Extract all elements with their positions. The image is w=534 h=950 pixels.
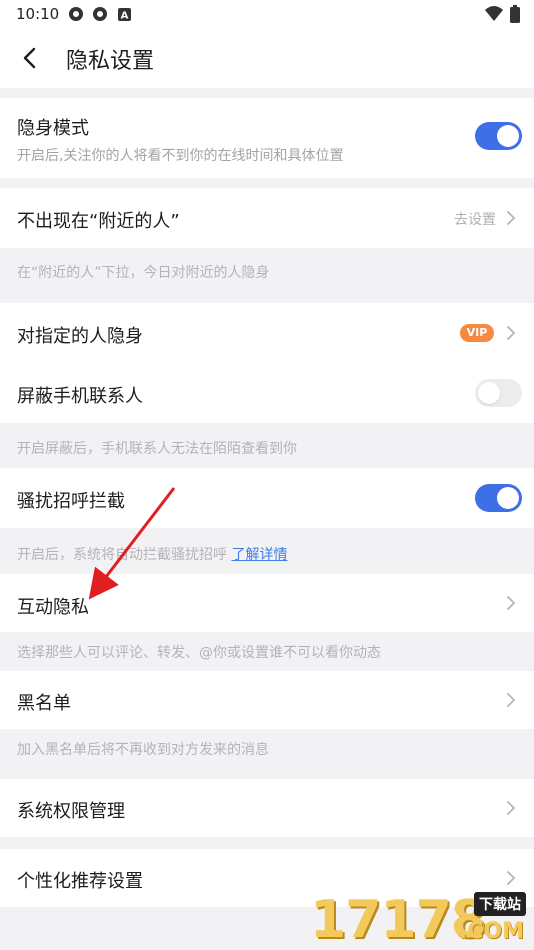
setting-hide-nearby[interactable]: 不出现在“附近的人” 去设置: [0, 188, 534, 248]
hide-nearby-note: 在“附近的人”下拉，今日对附近的人隐身: [17, 265, 270, 281]
watermark-tag: 下载站: [474, 892, 526, 916]
status-time: 10:10: [16, 5, 60, 23]
notification-a-icon: A: [118, 8, 131, 21]
blacklist-note: 加入黑名单后将不再收到对方发来的消息: [17, 742, 269, 758]
chevron-right-icon: [507, 801, 516, 815]
hide-from-specific-label: 对指定的人隐身: [17, 326, 143, 347]
page-title: 隐私设置: [66, 49, 155, 74]
stealth-mode-label: 隐身模式: [17, 118, 89, 139]
chevron-left-icon[interactable]: [16, 44, 44, 72]
block-contacts-note: 开启屏蔽后，手机联系人无法在陌陌查看到你: [17, 441, 297, 457]
go-settings-hint: 去设置: [454, 212, 496, 228]
site-watermark: 17178 下载站 .COM: [304, 888, 532, 950]
block-contacts-toggle[interactable]: [475, 379, 522, 407]
vip-badge: VIP: [460, 324, 494, 342]
chevron-right-icon: [507, 326, 516, 340]
setting-interaction-privacy[interactable]: 互动隐私: [0, 574, 534, 632]
status-bar: 10:10 A: [0, 0, 534, 28]
interaction-privacy-note: 选择那些人可以评论、转发、@你或设置谁不可以看你动态: [17, 645, 381, 661]
watermark-suffix: .COM: [458, 919, 524, 944]
app-icon: [69, 7, 83, 21]
stealth-mode-toggle[interactable]: [475, 122, 522, 150]
blacklist-label: 黑名单: [17, 693, 71, 714]
chevron-right-icon: [507, 871, 516, 885]
harassment-intercept-note: 开启后，系统将自动拦截骚扰招呼 了解详情: [17, 544, 287, 564]
chevron-right-icon: [507, 211, 516, 225]
interaction-privacy-label: 互动隐私: [17, 597, 89, 618]
setting-block-contacts: 屏蔽手机联系人: [0, 363, 534, 423]
battery-icon: [510, 5, 520, 23]
setting-hide-from-specific[interactable]: 对指定的人隐身 VIP: [0, 303, 534, 363]
setting-system-permissions[interactable]: 系统权限管理: [0, 779, 534, 837]
personalized-recommendations-label: 个性化推荐设置: [17, 871, 143, 892]
stealth-mode-description: 开启后,关注你的人将看不到你的在线时间和具体位置: [17, 148, 344, 164]
chevron-right-icon: [507, 693, 516, 707]
chevron-right-icon: [507, 596, 516, 610]
harassment-intercept-label: 骚扰招呼拦截: [17, 491, 125, 512]
setting-blacklist[interactable]: 黑名单: [0, 671, 534, 729]
harassment-intercept-toggle[interactable]: [475, 484, 522, 512]
svg-text:A: A: [121, 11, 129, 22]
wifi-icon: [485, 6, 503, 21]
app-icon: [93, 7, 107, 21]
learn-more-link[interactable]: 了解详情: [231, 547, 287, 563]
setting-harassment-intercept: 骚扰招呼拦截: [0, 468, 534, 528]
harassment-note-text: 开启后，系统将自动拦截骚扰招呼: [17, 547, 227, 563]
nav-bar: 隐私设置: [0, 28, 534, 88]
setting-stealth-mode: 隐身模式 开启后,关注你的人将看不到你的在线时间和具体位置: [0, 98, 534, 178]
system-permissions-label: 系统权限管理: [17, 801, 125, 822]
hide-nearby-label: 不出现在“附近的人”: [17, 211, 180, 232]
block-contacts-label: 屏蔽手机联系人: [17, 386, 143, 407]
